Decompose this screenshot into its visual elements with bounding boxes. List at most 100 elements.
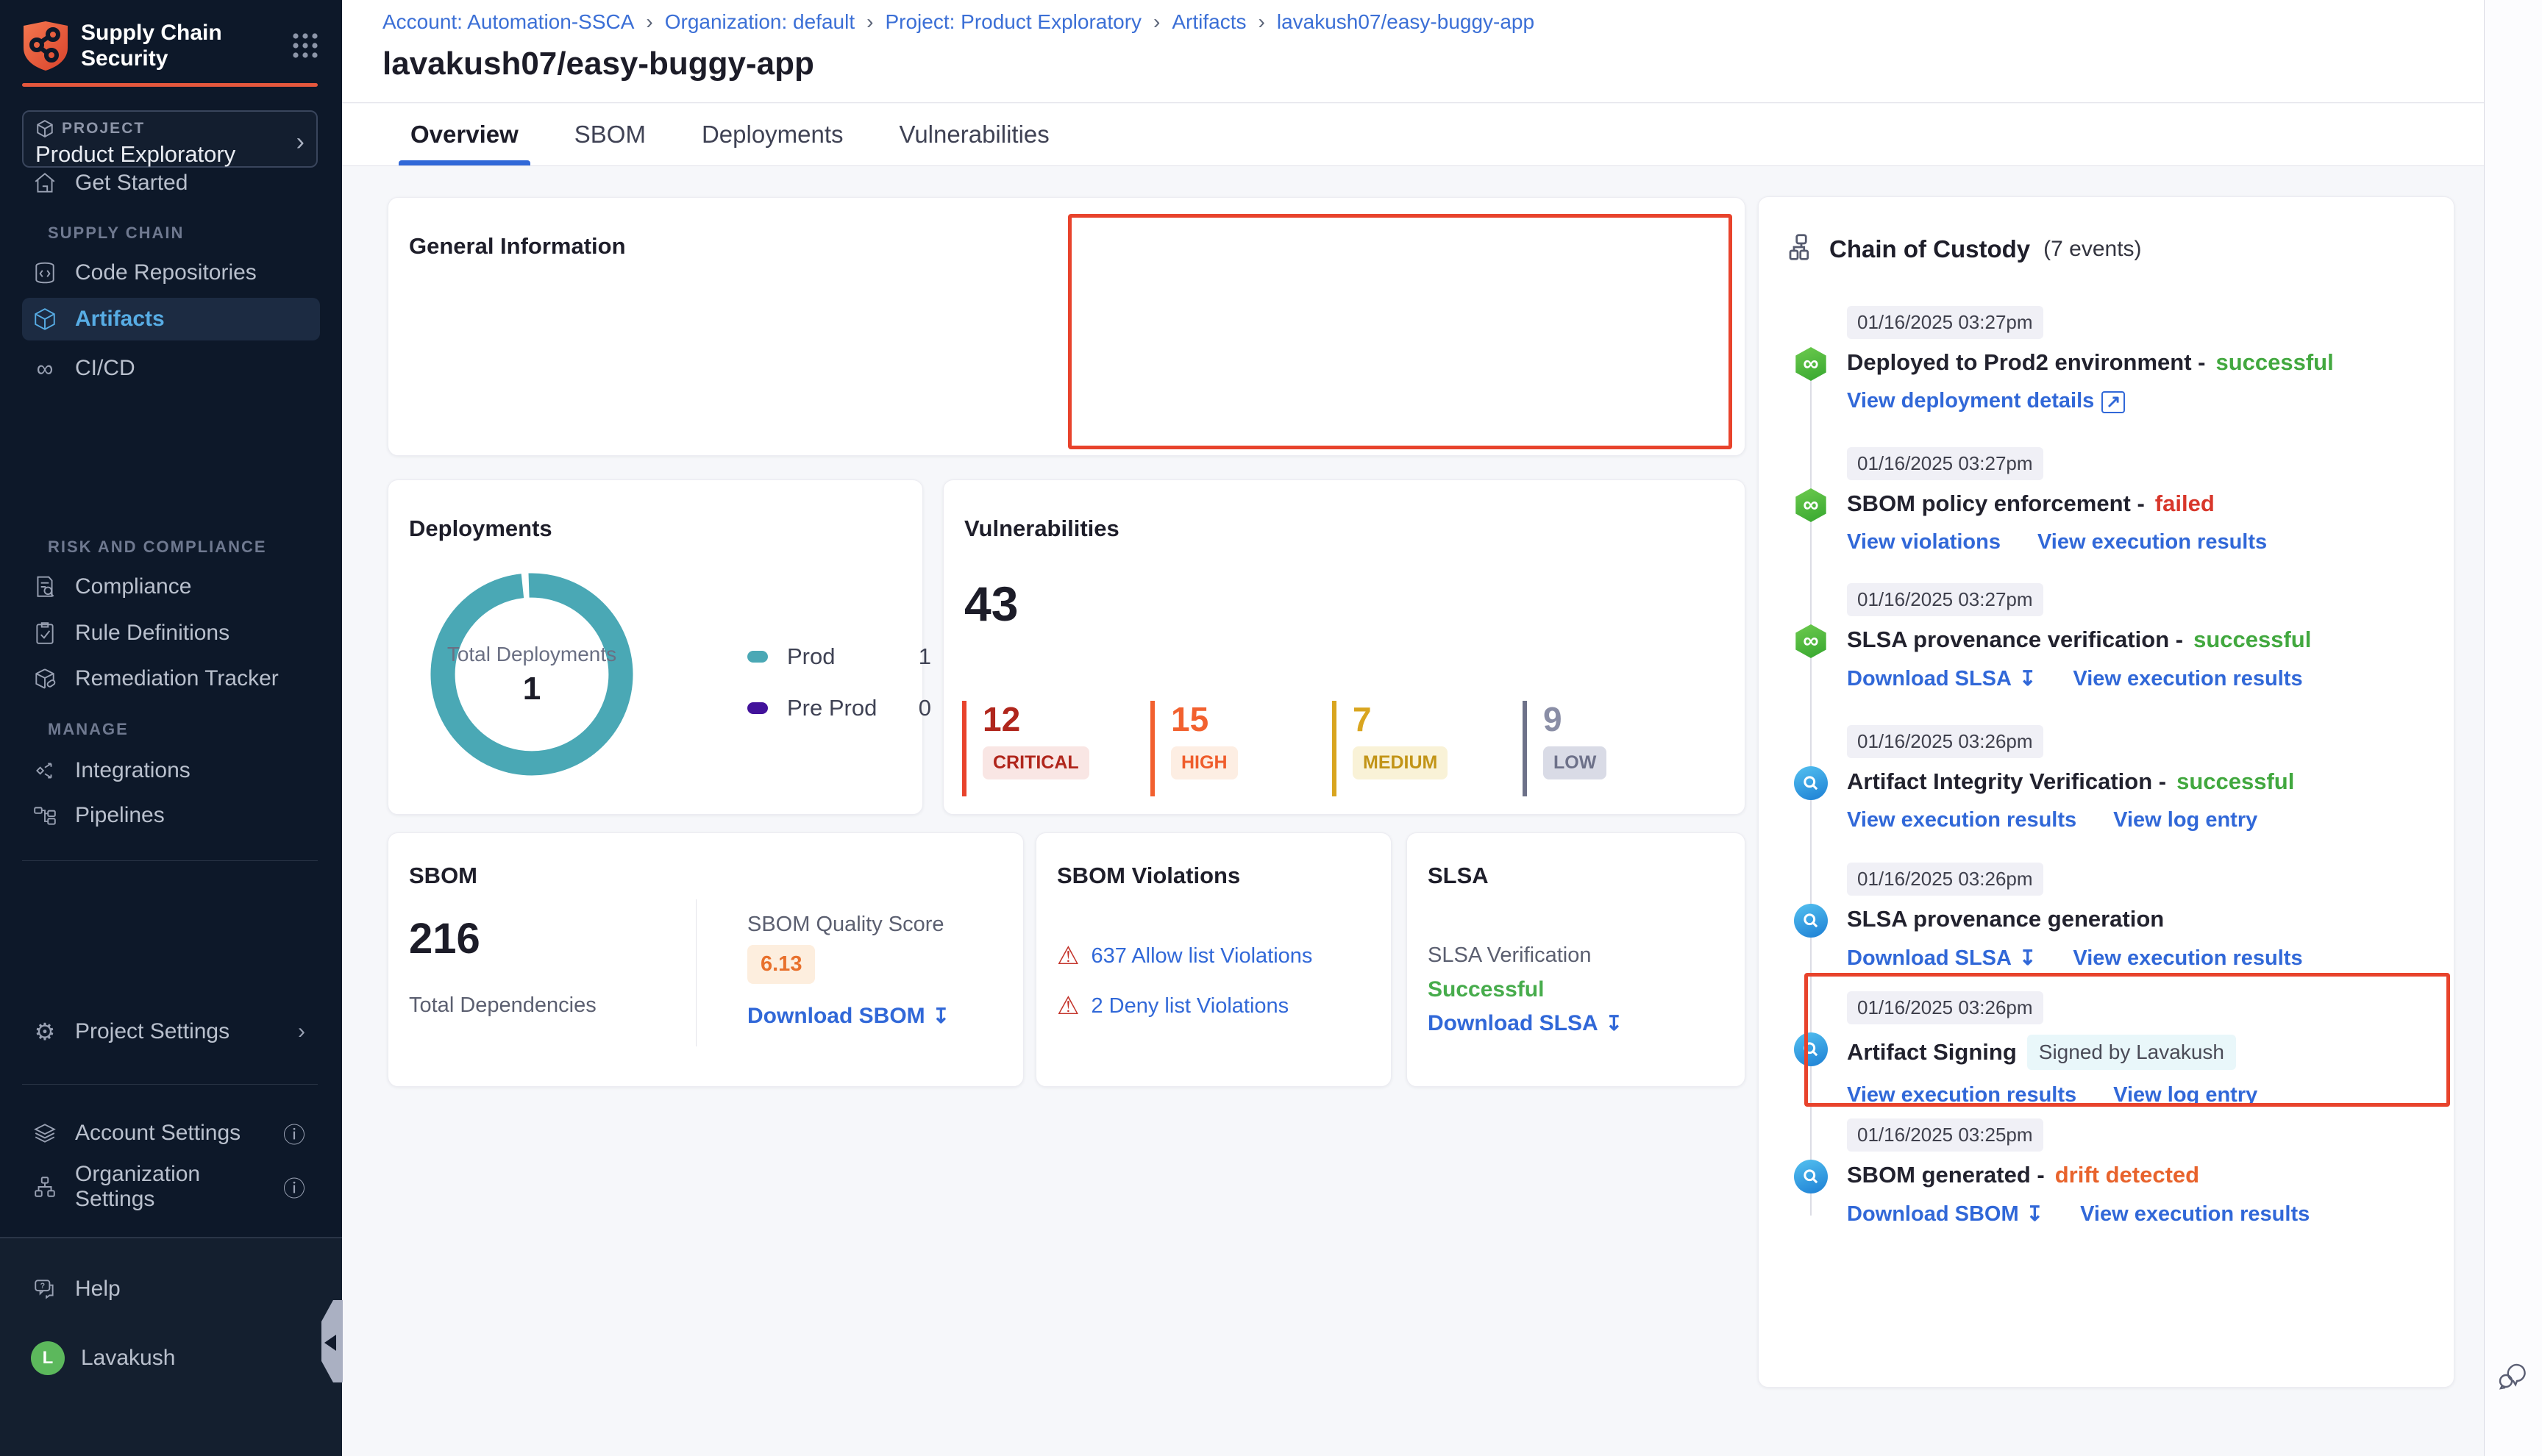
events-count: (7 events) [2043,237,2141,262]
vulnerabilities-total: 43 [964,576,1018,632]
sidebar-item-code-repositories[interactable]: Code Repositories [22,256,320,290]
apps-grid-icon[interactable] [291,31,320,60]
event-status: successful [2193,627,2311,653]
sidebar-item-help[interactable]: ? Help [22,1272,320,1306]
event-status: successful [2215,349,2333,376]
pipelines-icon [31,802,59,829]
scan-icon [1794,766,1828,800]
sidebar-user[interactable]: L Lavakush [22,1341,320,1375]
view-deployment-details-link[interactable]: View deployment details [1847,389,2125,413]
coc-event-artifact-signing: 01/16/2025 03:26pm Artifact Signing Sign… [1759,991,2455,1107]
view-log-entry-link[interactable]: View log entry [2113,1083,2257,1107]
integrations-icon [31,757,59,785]
download-slsa-link[interactable]: Download SLSA [1428,1011,1623,1036]
breadcrumb-account[interactable]: Account: Automation-SSCA [382,10,634,34]
severity-low: 9 LOW [1523,701,1692,796]
view-execution-results-link[interactable]: View execution results [2073,666,2302,691]
breadcrumb-separator: › [866,10,873,34]
tab-vulnerabilities[interactable]: Vulnerabilities [900,104,1050,165]
page-title: lavakush07/easy-buggy-app [382,46,814,82]
tab-deployments[interactable]: Deployments [702,104,844,165]
sidebar-item-get-started[interactable]: Get Started [22,166,320,200]
download-icon [2019,666,2036,691]
event-status: drift detected [2055,1162,2199,1188]
sidebar-item-pipelines[interactable]: Pipelines [22,799,320,832]
donut-total-value: 1 [523,671,541,707]
scan-icon [1794,1032,1828,1066]
download-slsa-link[interactable]: Download SLSA [1847,666,2036,691]
artifacts-cube-icon [31,305,59,333]
sidebar-divider [22,860,318,861]
card-title: Vulnerabilities [964,515,1119,542]
coc-event-slsa-provenance-generation: 01/16/2025 03:26pm SLSA provenance gener… [1759,863,2455,971]
section-manage: MANAGE [48,720,129,739]
view-execution-results-link[interactable]: View execution results [1847,808,2076,832]
breadcrumb: Account: Automation-SSCA › Organization:… [382,10,1534,34]
deny-list-violations-row: ⚠ 2 Deny list Violations [1057,993,1289,1018]
view-execution-results-link[interactable]: View execution results [2073,946,2302,971]
deny-list-violations-link[interactable]: 2 Deny list Violations [1091,994,1289,1018]
layers-gear-icon [31,1119,59,1147]
warning-icon: ⚠ [1057,993,1079,1018]
sidebar-item-rule-definitions[interactable]: Rule Definitions [22,616,320,650]
view-execution-results-link[interactable]: View execution results [2080,1202,2310,1227]
download-sbom-link[interactable]: Download SBOM [1847,1202,2043,1227]
view-violations-link[interactable]: View violations [1847,530,2001,554]
view-execution-results-link[interactable]: View execution results [1847,1083,2076,1107]
sidebar-item-cicd[interactable]: ∞ CI/CD [22,351,320,385]
sidebar-item-artifacts[interactable]: Artifacts [22,298,320,340]
breadcrumb-project[interactable]: Project: Product Exploratory [885,10,1142,34]
severity-critical: 12 CRITICAL [962,701,1131,796]
breadcrumb-current[interactable]: lavakush07/easy-buggy-app [1277,10,1534,34]
sidebar-item-compliance[interactable]: Compliance [22,570,320,604]
sidebar-item-organization-settings[interactable]: Organization Settings ⓘ [22,1170,320,1204]
sidebar-item-account-settings[interactable]: Account Settings ⓘ [22,1116,320,1150]
view-execution-results-link[interactable]: View execution results [2037,530,2267,554]
pipeline-icon: ∞ [1794,624,1828,658]
gear-icon: ⚙ [31,1018,59,1046]
remediation-box-icon [31,665,59,693]
coc-event-artifact-integrity-verification: 01/16/2025 03:26pm Artifact Integrity Ve… [1759,725,2455,832]
event-timestamp: 01/16/2025 03:25pm [1847,1118,2043,1152]
vulnerabilities-card: Vulnerabilities 43 12 CRITICAL 15 HIGH 7… [943,479,1745,815]
coc-event-sbom-policy-enforcement: ∞ 01/16/2025 03:27pm SBOM policy enforce… [1759,447,2455,554]
allow-list-violations-link[interactable]: 637 Allow list Violations [1091,944,1312,968]
sidebar-item-remediation-tracker[interactable]: Remediation Tracker [22,662,320,696]
section-risk-compliance: RISK AND COMPLIANCE [48,538,267,557]
project-selector[interactable]: PROJECT Product Exploratory › [22,110,318,168]
breadcrumb-separator: › [646,10,652,34]
sidebar-divider [22,1084,318,1085]
sbom-card: SBOM 216 Total Dependencies SBOM Quality… [388,832,1024,1087]
breadcrumb-artifacts[interactable]: Artifacts [1172,10,1246,34]
download-sbom-link[interactable]: Download SBOM [747,1004,950,1029]
resource-center-chat-icon[interactable] [2495,1357,2533,1395]
tab-overview[interactable]: Overview [410,104,519,165]
tab-sbom[interactable]: SBOM [574,104,646,165]
sidebar-item-integrations[interactable]: Integrations [22,754,320,788]
card-title: SBOM Violations [1057,863,1240,889]
chevron-right-icon: › [296,128,305,157]
sbom-quality-label: SBOM Quality Score [747,913,944,937]
brand-divider [22,83,318,87]
document-search-icon [31,573,59,601]
card-title: Deployments [409,515,552,542]
chain-of-custody-panel: Chain of Custody (7 events) ∞ 01/16/2025… [1758,196,2454,1388]
pre-prod-swatch [747,702,768,714]
download-icon [933,1004,950,1029]
donut-center-label: Total Deployments [447,641,616,668]
view-log-entry-link[interactable]: View log entry [2113,808,2257,832]
deployments-donut-chart: Total Deployments 1 [426,568,638,780]
right-rail [2484,0,2542,1456]
card-title: SLSA [1428,863,1489,889]
sbom-total: 216 [409,914,480,963]
warning-icon: ⚠ [1057,943,1079,968]
download-slsa-link[interactable]: Download SLSA [1847,946,2036,971]
coc-event-sbom-generated: 01/16/2025 03:25pm SBOM generated - drif… [1759,1118,2455,1227]
breadcrumb-organization[interactable]: Organization: default [665,10,855,34]
sidebar-item-project-settings[interactable]: ⚙ Project Settings › [22,1015,320,1049]
scan-icon [1794,904,1828,938]
event-timestamp: 01/16/2025 03:27pm [1847,583,2043,616]
avatar: L [31,1341,65,1375]
card-title: General Information [409,233,626,260]
vertical-divider [696,899,697,1046]
